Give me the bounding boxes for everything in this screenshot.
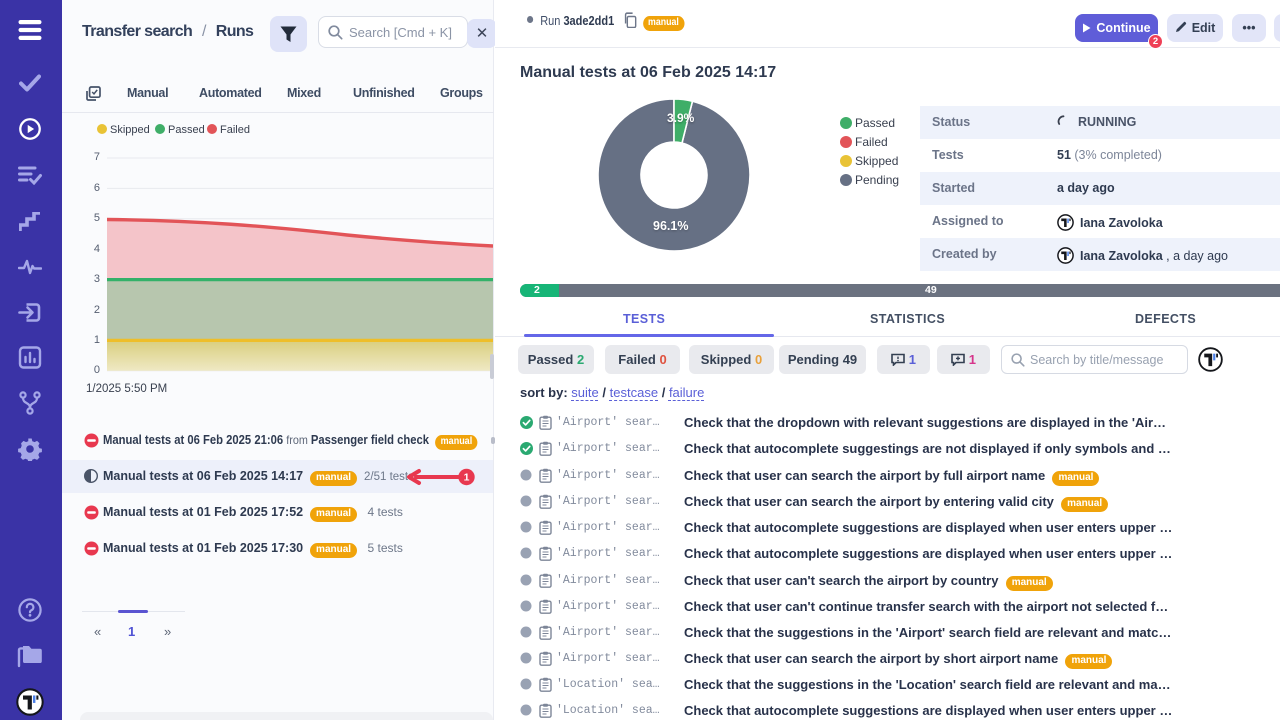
svg-text:1: 1 — [464, 472, 470, 484]
